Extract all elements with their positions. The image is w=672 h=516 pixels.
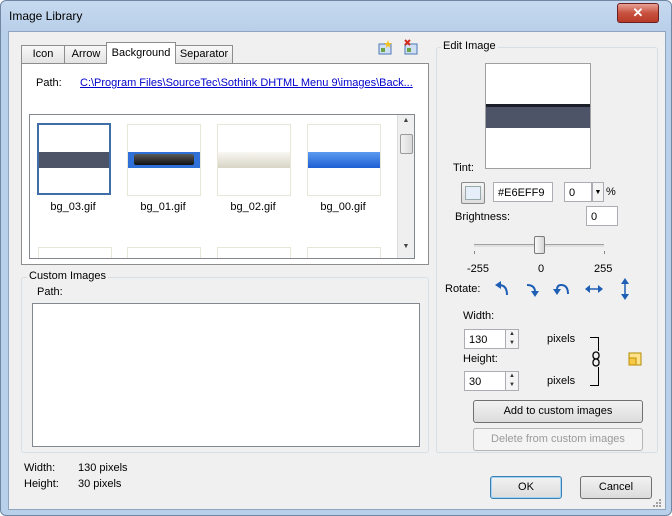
thumbnail-label: bg_02.gif — [230, 201, 276, 213]
edit-image-label: Edit Image — [441, 40, 498, 52]
tab-separator[interactable]: Separator — [175, 45, 233, 63]
ok-button[interactable]: OK — [490, 476, 562, 499]
grid-scrollbar[interactable]: ▲ ▼ — [397, 115, 414, 258]
width-label: Width: — [463, 310, 495, 322]
thumbnail-label: bg_01.gif — [140, 201, 186, 213]
brightness-input[interactable]: 0 — [586, 206, 618, 226]
custom-images-group: Custom Images Path: — [21, 270, 429, 453]
tab-background[interactable]: Background — [106, 42, 176, 64]
add-to-custom-images-button[interactable]: Add to custom images — [473, 400, 643, 423]
delete-from-custom-images-button[interactable]: Delete from custom images — [473, 428, 643, 451]
custom-path-label: Path: — [37, 286, 63, 298]
scroll-up-icon[interactable]: ▲ — [398, 117, 414, 129]
cancel-button[interactable]: Cancel — [580, 476, 652, 499]
tint-percent-input[interactable]: 0 — [564, 182, 592, 202]
thumbnail-bg-00[interactable] — [307, 124, 381, 196]
height-input[interactable]: 30 — [464, 371, 506, 391]
background-tab-panel: Path: C:\Program Files\SourceTec\Sothink… — [21, 63, 429, 265]
window-title: Image Library — [9, 9, 83, 23]
slider-min-label: -255 — [467, 263, 490, 275]
delete-image-icon[interactable] — [403, 39, 419, 55]
thumbnail-partial[interactable] — [127, 247, 201, 258]
chain-link-icon[interactable] — [590, 351, 602, 367]
tab-icon[interactable]: Icon — [21, 45, 65, 63]
width-spinner[interactable]: ▲ ▼ — [505, 329, 519, 349]
percent-sign: % — [606, 186, 616, 198]
thumbnail-partial[interactable] — [38, 247, 112, 258]
brightness-label: Brightness: — [455, 211, 511, 223]
rotate-right-icon[interactable] — [523, 280, 541, 298]
path-label: Path: — [36, 77, 62, 89]
info-height-value: 30 pixels — [78, 478, 122, 490]
close-button[interactable]: ✕ — [617, 3, 659, 23]
width-pixels-label: pixels — [547, 333, 576, 345]
image-preview — [485, 63, 591, 169]
image-grid: bg_03.gif bg_01.gif bg_02.gif bg_00.gif — [29, 114, 415, 259]
thumbnail-partial[interactable] — [217, 247, 291, 258]
thumbnail-bg-03[interactable] — [37, 123, 111, 195]
flip-vertical-icon[interactable] — [618, 278, 632, 300]
scroll-thumb[interactable] — [400, 134, 413, 154]
rotate-180-icon[interactable] — [553, 280, 571, 298]
height-pixels-label: pixels — [547, 375, 576, 387]
tint-percent-dropdown-icon[interactable]: ▼ — [592, 182, 604, 202]
image-library-window: Image Library ✕ Icon Arrow Background Se… — [0, 0, 672, 516]
rotate-left-icon[interactable] — [493, 280, 511, 298]
edit-image-group: Edit Image Tint: #E6EFF9 0 ▼ % Brightnes… — [436, 40, 658, 453]
dialog-client: Icon Arrow Background Separator Path: C:… — [8, 31, 666, 510]
slider-mid-label: 0 — [538, 263, 545, 275]
info-width-label: Width: — [24, 462, 56, 474]
resize-grip-icon[interactable] — [651, 497, 661, 507]
thumbnail-partial[interactable] — [307, 247, 381, 258]
rotate-label: Rotate: — [445, 283, 481, 295]
flip-horizontal-icon[interactable] — [584, 280, 604, 298]
info-width-value: 130 pixels — [78, 462, 128, 474]
slider-max-label: 255 — [594, 263, 613, 275]
thumbnail-label: bg_00.gif — [320, 201, 366, 213]
tint-color-picker[interactable] — [461, 182, 485, 204]
thumbnail-bg-02[interactable] — [217, 124, 291, 196]
info-height-label: Height: — [24, 478, 59, 490]
tint-hex-input[interactable]: #E6EFF9 — [493, 182, 553, 202]
thumbnail-label: bg_03.gif — [50, 201, 96, 213]
height-spinner[interactable]: ▲ ▼ — [505, 371, 519, 391]
new-image-icon[interactable] — [377, 39, 393, 55]
library-path-link[interactable]: C:\Program Files\SourceTec\Sothink DHTML… — [80, 77, 413, 89]
resize-icon[interactable] — [628, 352, 642, 366]
height-label: Height: — [463, 353, 498, 365]
width-input[interactable]: 130 — [464, 329, 506, 349]
brightness-slider[interactable] — [474, 236, 605, 254]
thumbnail-bg-01[interactable] — [127, 124, 201, 196]
custom-images-label: Custom Images — [27, 270, 109, 282]
custom-images-list[interactable] — [32, 303, 420, 447]
scroll-down-icon[interactable]: ▼ — [398, 243, 414, 255]
slider-thumb[interactable] — [534, 236, 545, 254]
tint-label: Tint: — [453, 162, 474, 174]
tab-arrow[interactable]: Arrow — [64, 45, 108, 63]
